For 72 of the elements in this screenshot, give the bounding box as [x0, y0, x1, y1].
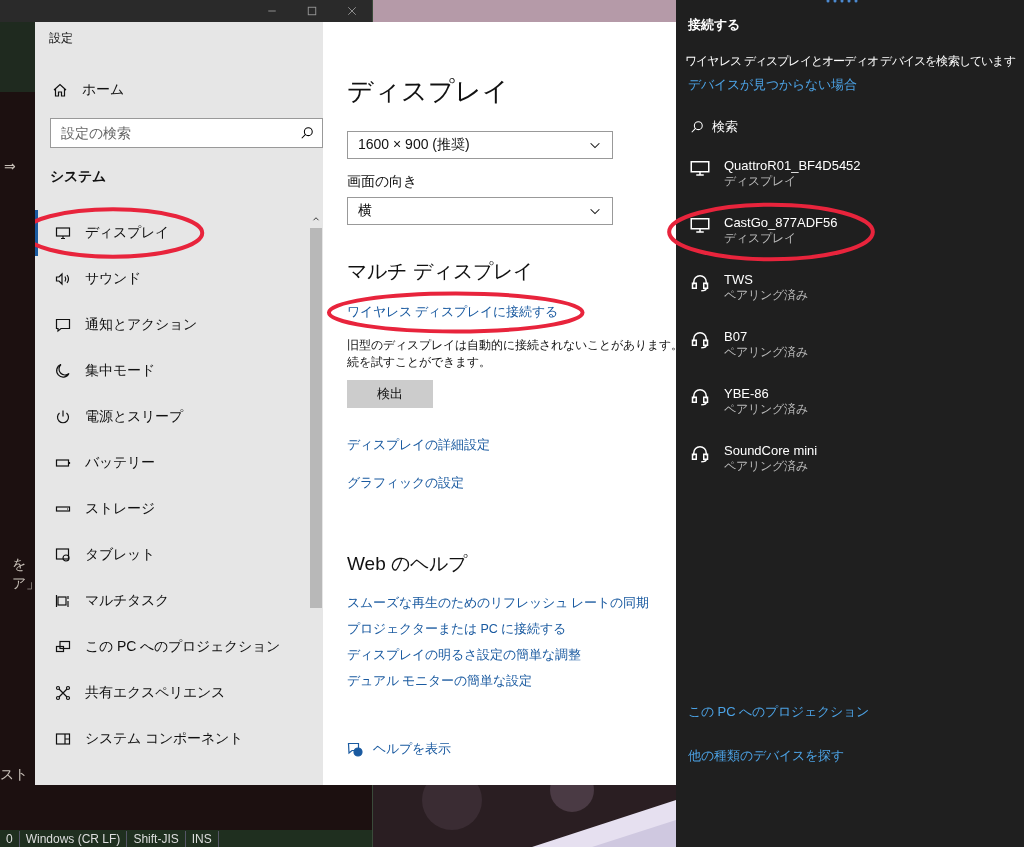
status-item: Shift-JIS	[127, 830, 186, 847]
monitor-icon	[690, 158, 710, 178]
nav-item[interactable]: 集中モード	[35, 348, 323, 394]
note-text: 続を試すことができます。	[347, 354, 492, 371]
orientation-dropdown[interactable]: 横	[347, 197, 613, 225]
page-heading: ディスプレイ	[347, 75, 510, 108]
nav-item[interactable]: この PC へのプロジェクション	[35, 624, 323, 670]
home-icon	[52, 82, 68, 98]
settings-link[interactable]: ディスプレイの詳細設定	[347, 437, 490, 454]
help-icon	[347, 741, 363, 757]
help-link[interactable]: ディスプレイの明るさ設定の簡単な調整	[347, 647, 581, 664]
tablet-icon	[55, 547, 71, 563]
help-link[interactable]: デバイスが見つからない場合	[688, 76, 857, 94]
maximize-icon	[306, 5, 318, 17]
headset-icon	[690, 329, 710, 349]
device-item[interactable]: QuattroR01_BF4D5452 ディスプレイ	[688, 158, 1024, 215]
device-item[interactable]: CastGo_877ADF56 ディスプレイ	[688, 215, 1024, 272]
search-icon	[300, 126, 314, 140]
search-icon	[690, 120, 704, 134]
multitask-icon	[55, 593, 71, 609]
monitor-icon	[690, 215, 710, 235]
speaker-icon	[55, 271, 71, 287]
status-item: INS	[185, 830, 219, 847]
device-item[interactable]: YBE-86 ペアリング済み	[688, 386, 1024, 443]
nav-item[interactable]: バッテリー	[35, 440, 323, 486]
help-link[interactable]: デュアル モニターの簡単な設定	[347, 673, 533, 690]
nav-item[interactable]: 電源とスリープ	[35, 394, 323, 440]
home-item[interactable]: ホーム	[52, 81, 323, 99]
headset-icon	[690, 386, 710, 406]
status-item: 0	[0, 830, 20, 847]
note-text: 旧型のディスプレイは自動的に接続されないことがあります。	[347, 337, 676, 354]
footer-link[interactable]: この PC へのプロジェクション	[688, 703, 870, 721]
share-icon	[55, 685, 71, 701]
nav-item[interactable]: ストレージ	[35, 486, 323, 532]
editor-text: スト	[0, 766, 28, 784]
detect-button[interactable]: 検出	[347, 380, 433, 408]
monitor-icon	[55, 225, 71, 241]
nav-item[interactable]: サウンド	[35, 256, 323, 302]
show-help-link[interactable]: ヘルプを表示	[347, 740, 676, 758]
moon-icon	[55, 363, 71, 379]
panel-title: 接続する	[688, 16, 741, 34]
status-text: ワイヤレス ディスプレイとオーディオ デバイスを検索しています	[685, 53, 1016, 70]
search-button[interactable]: 検索	[688, 118, 1024, 136]
field-label: 画面の向き	[347, 173, 418, 191]
panel-icon	[55, 731, 71, 747]
help-link[interactable]: プロジェクターまたは PC に接続する	[347, 621, 567, 638]
device-item[interactable]: SoundCore mini ペアリング済み	[688, 443, 1024, 500]
nav-item[interactable]: システム コンポーネント	[35, 716, 323, 762]
power-icon	[55, 409, 71, 425]
device-item[interactable]: TWS ペアリング済み	[688, 272, 1024, 329]
editor-text: を	[12, 556, 26, 574]
section-title: システム	[50, 168, 107, 186]
nav-item[interactable]: 通知とアクション	[35, 302, 323, 348]
message-icon	[55, 317, 71, 333]
help-link[interactable]: スムーズな再生のためのリフレッシュ レートの同期	[347, 595, 650, 612]
nav-item[interactable]: 共有エクスペリエンス	[35, 670, 323, 716]
footer-link[interactable]: 他の種類のデバイスを探す	[688, 747, 844, 765]
headset-icon	[690, 272, 710, 292]
nav-item[interactable]: タブレット	[35, 532, 323, 578]
section-heading: マルチ ディスプレイ	[347, 259, 534, 284]
close-icon	[346, 5, 358, 17]
settings-link[interactable]: グラフィックの設定	[347, 475, 464, 492]
device-item[interactable]: B07 ペアリング済み	[688, 329, 1024, 386]
status-item: Windows (CR LF)	[19, 830, 128, 847]
headset-icon	[690, 443, 710, 463]
search-field[interactable]: 設定の検索	[50, 118, 323, 148]
scrollbar-thumb[interactable]	[310, 228, 322, 608]
projection-icon	[55, 639, 71, 655]
section-heading: Web のヘルプ	[347, 552, 469, 576]
editor-text: ⇒	[4, 158, 16, 174]
window-title: 設定	[49, 30, 74, 47]
resolution-dropdown[interactable]: 1600 × 900 (推奨)	[347, 131, 613, 159]
